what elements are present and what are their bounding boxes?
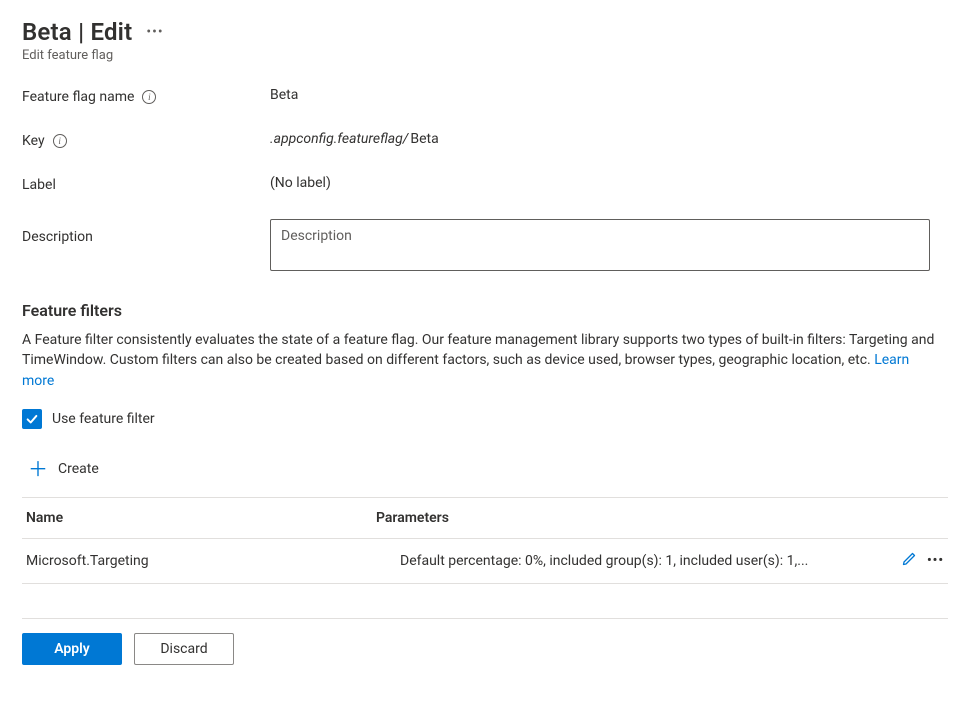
form-section: Feature flag name i Beta Key i .appconfi… bbox=[22, 87, 948, 275]
header-parameters: Parameters bbox=[376, 510, 944, 526]
edit-feature-flag-page: Beta | Edit ••• Edit feature flag Featur… bbox=[0, 0, 970, 679]
use-feature-filter-label: Use feature filter bbox=[52, 411, 155, 427]
info-icon[interactable]: i bbox=[53, 134, 67, 148]
key-prefix: .appconfig.featureflag/ bbox=[270, 131, 408, 147]
more-icon[interactable]: ••• bbox=[146, 24, 163, 40]
table-row: Microsoft.Targeting Default percentage: … bbox=[22, 539, 948, 583]
label-feature-flag-name: Feature flag name i bbox=[22, 87, 270, 105]
cell-name: Microsoft.Targeting bbox=[26, 553, 376, 569]
page-header: Beta | Edit ••• bbox=[22, 18, 948, 46]
cell-parameters: Default percentage: 0%, included group(s… bbox=[376, 553, 901, 569]
footer-actions: Apply Discard bbox=[22, 618, 948, 679]
label-label: Label bbox=[22, 175, 270, 193]
row-feature-flag-name: Feature flag name i Beta bbox=[22, 87, 948, 105]
key-name: Beta bbox=[410, 131, 438, 147]
page-subtitle: Edit feature flag bbox=[22, 48, 948, 63]
filters-description-text: A Feature filter consistently evaluates … bbox=[22, 332, 934, 368]
filters-heading: Feature filters bbox=[22, 301, 948, 320]
filters-description: A Feature filter consistently evaluates … bbox=[22, 330, 942, 391]
row-key: Key i .appconfig.featureflag/Beta bbox=[22, 131, 948, 149]
label-description: Description bbox=[22, 219, 270, 245]
description-input[interactable] bbox=[270, 219, 930, 271]
edit-icon[interactable] bbox=[901, 551, 917, 571]
discard-button[interactable]: Discard bbox=[134, 633, 234, 665]
value-description-wrap bbox=[270, 219, 948, 275]
info-icon[interactable]: i bbox=[142, 90, 156, 104]
label-text: Key bbox=[22, 133, 45, 149]
page-title: Beta | Edit bbox=[22, 18, 132, 46]
create-label: Create bbox=[58, 461, 99, 477]
filters-table: Name Parameters Microsoft.Targeting Defa… bbox=[22, 497, 948, 584]
label-text: Description bbox=[22, 229, 93, 245]
row-description: Description bbox=[22, 219, 948, 275]
row-more-icon[interactable]: ••• bbox=[927, 553, 944, 568]
plus-icon: ＋ bbox=[28, 459, 48, 479]
header-name: Name bbox=[26, 510, 376, 526]
value-key: .appconfig.featureflag/Beta bbox=[270, 131, 948, 147]
apply-button[interactable]: Apply bbox=[22, 633, 122, 665]
label-key: Key i bbox=[22, 131, 270, 149]
row-actions: ••• bbox=[901, 551, 944, 571]
use-feature-filter-checkbox[interactable]: Use feature filter bbox=[22, 409, 948, 429]
value-feature-flag-name: Beta bbox=[270, 87, 948, 103]
label-text: Feature flag name bbox=[22, 89, 134, 105]
create-filter-button[interactable]: ＋ Create bbox=[22, 459, 948, 479]
checkbox-checked-icon bbox=[22, 409, 42, 429]
label-text: Label bbox=[22, 177, 56, 193]
value-label: (No label) bbox=[270, 175, 948, 191]
row-label: Label (No label) bbox=[22, 175, 948, 193]
table-header: Name Parameters bbox=[22, 498, 948, 539]
